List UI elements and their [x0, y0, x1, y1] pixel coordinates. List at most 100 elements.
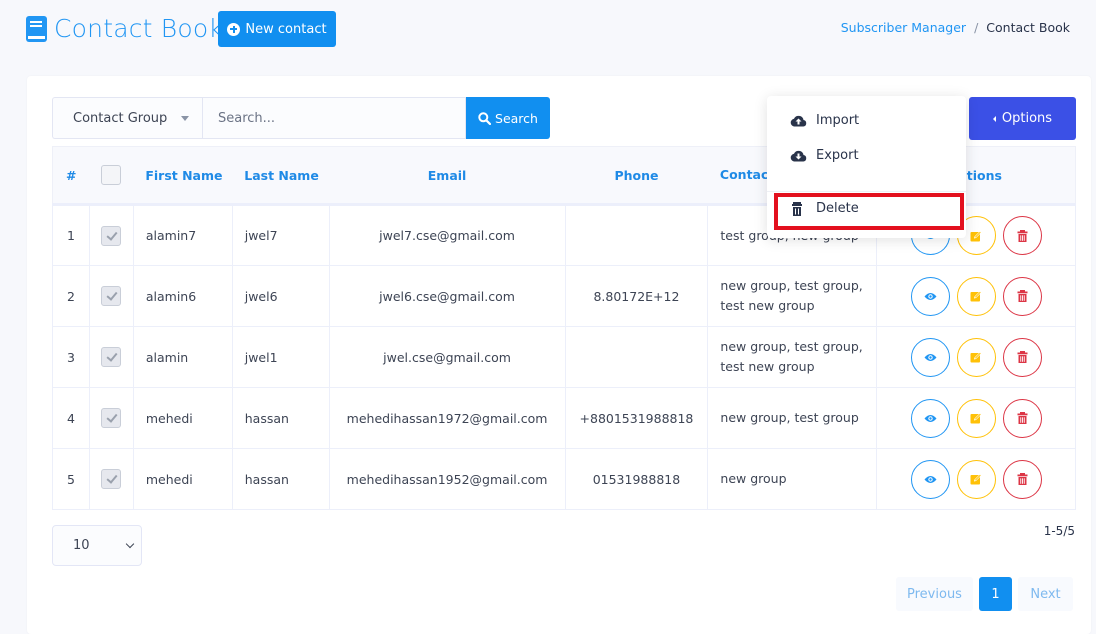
cell-contact-group: new group, test group, test new group	[707, 326, 878, 388]
options-button[interactable]: Options	[969, 97, 1076, 140]
cell-phone	[564, 204, 709, 266]
menu-item-import[interactable]: Import	[790, 113, 859, 128]
view-button[interactable]	[910, 459, 950, 499]
per-page-value: 10	[73, 538, 90, 553]
cell-contact-group: new group, test group	[707, 387, 878, 449]
col-header-last-name[interactable]: Last Name	[232, 146, 330, 206]
contacts-card: Contact Group Search Options # First Nam…	[27, 76, 1091, 634]
edit-icon	[970, 291, 982, 302]
row-checkbox[interactable]	[101, 469, 122, 489]
cell-last-name: jwel6	[231, 265, 330, 327]
cell-first-name: alamin6	[132, 265, 233, 327]
breadcrumb-current: Contact Book	[986, 20, 1070, 35]
cell-contact-group: new group	[707, 448, 878, 510]
row-number: 4	[52, 387, 90, 449]
eye-icon	[924, 353, 937, 361]
row-checkbox[interactable]	[101, 347, 122, 367]
row-select-cell	[88, 448, 134, 510]
row-checkbox[interactable]	[101, 225, 122, 246]
col-header-phone[interactable]: Phone	[565, 146, 708, 206]
cell-phone: +8801531988818	[564, 387, 709, 449]
caret-left-icon	[992, 115, 996, 122]
row-checkbox[interactable]	[101, 286, 122, 306]
contact-group-value: Contact Group	[73, 110, 168, 126]
col-header-select	[89, 146, 134, 206]
chevron-down-icon	[125, 539, 135, 549]
edit-icon	[970, 474, 982, 485]
cell-first-name: alamin7	[132, 204, 233, 266]
cell-actions	[876, 387, 1076, 449]
view-button[interactable]	[910, 337, 950, 377]
cell-first-name: mehedi	[132, 448, 233, 510]
row-select-cell	[88, 204, 134, 266]
delete-button[interactable]	[1002, 459, 1042, 499]
contact-group-select[interactable]: Contact Group	[52, 97, 202, 139]
search-button[interactable]: Search	[466, 97, 550, 139]
delete-button[interactable]	[1002, 398, 1042, 438]
menu-item-delete[interactable]: Delete	[790, 201, 859, 216]
menu-item-delete-label: Delete	[816, 201, 859, 216]
breadcrumb-subscriber-manager[interactable]: Subscriber Manager	[841, 20, 966, 35]
trash-icon	[1017, 351, 1028, 363]
col-header-number[interactable]: #	[52, 146, 90, 206]
app-title: Contact Book	[54, 14, 224, 43]
menu-item-export-label: Export	[816, 148, 859, 163]
cell-contact-group: new group, test group, test new group	[707, 265, 878, 327]
menu-item-export[interactable]: Export	[790, 148, 859, 163]
top-bar: Contact Book New contact Subscriber Mana…	[0, 0, 1096, 60]
caret-down-icon	[181, 115, 190, 121]
per-page-select[interactable]: 10	[52, 525, 142, 566]
delete-button[interactable]	[1002, 337, 1042, 377]
results-range: 1-5/5	[1043, 524, 1075, 538]
cell-last-name: hassan	[231, 387, 330, 449]
delete-button[interactable]	[1002, 276, 1042, 316]
edit-icon	[970, 352, 982, 363]
table-row: 3 alamin jwel1 jwel.cse@gmail.com new group,…	[52, 326, 1076, 388]
select-all-checkbox[interactable]	[101, 165, 122, 185]
cell-phone: 01531988818	[564, 448, 709, 510]
edit-button[interactable]	[956, 398, 996, 438]
cell-actions	[876, 448, 1076, 510]
row-number: 2	[52, 265, 90, 327]
cell-email: mehedihassan1972@gmail.com	[328, 387, 566, 449]
delete-button[interactable]	[1002, 216, 1042, 255]
cell-first-name: alamin	[132, 326, 233, 388]
view-button[interactable]	[910, 276, 950, 316]
options-dropdown-menu: Import Export Delete	[767, 96, 966, 238]
row-select-cell	[88, 326, 134, 388]
edit-button[interactable]	[956, 459, 996, 499]
cell-email: mehedihassan1952@gmail.com	[328, 448, 566, 510]
cell-first-name: mehedi	[132, 387, 233, 449]
row-number: 1	[52, 204, 90, 266]
col-header-email[interactable]: Email	[329, 146, 565, 206]
table-row: 4 mehedi hassan mehedihassan1972@gmail.com +…	[52, 387, 1076, 449]
cloud-download-icon	[790, 150, 807, 162]
pagination: Previous 1 Next	[896, 577, 1073, 611]
eye-icon	[924, 414, 937, 422]
view-button[interactable]	[910, 398, 950, 438]
cell-actions	[876, 265, 1076, 327]
edit-button[interactable]	[956, 276, 996, 316]
cell-last-name: hassan	[231, 448, 330, 510]
pagination-next[interactable]: Next	[1018, 577, 1073, 611]
edit-icon	[970, 413, 982, 424]
book-icon	[26, 15, 47, 42]
pagination-page-1[interactable]: 1	[979, 577, 1012, 611]
edit-button[interactable]	[956, 337, 996, 377]
search-icon	[478, 111, 492, 125]
trash-icon	[1017, 473, 1028, 485]
col-header-first-name[interactable]: First Name	[133, 146, 233, 206]
trash-icon	[1017, 229, 1028, 242]
cell-phone	[564, 326, 709, 388]
trash-icon	[1017, 412, 1028, 424]
row-select-cell	[88, 265, 134, 327]
cell-email: jwel.cse@gmail.com	[328, 326, 566, 388]
search-input[interactable]	[202, 97, 466, 139]
pagination-previous[interactable]: Previous	[896, 577, 973, 611]
new-contact-button[interactable]: New contact	[218, 11, 336, 47]
table-row: 2 alamin6 jwel6 jwel6.cse@gmail.com 8.80172E…	[52, 265, 1076, 327]
breadcrumb: Subscriber Manager / Contact Book	[841, 20, 1070, 35]
row-checkbox[interactable]	[101, 408, 122, 428]
table-row: 5 mehedi hassan mehedihassan1952@gmail.com 0…	[52, 448, 1076, 510]
trash-icon	[1017, 290, 1028, 302]
